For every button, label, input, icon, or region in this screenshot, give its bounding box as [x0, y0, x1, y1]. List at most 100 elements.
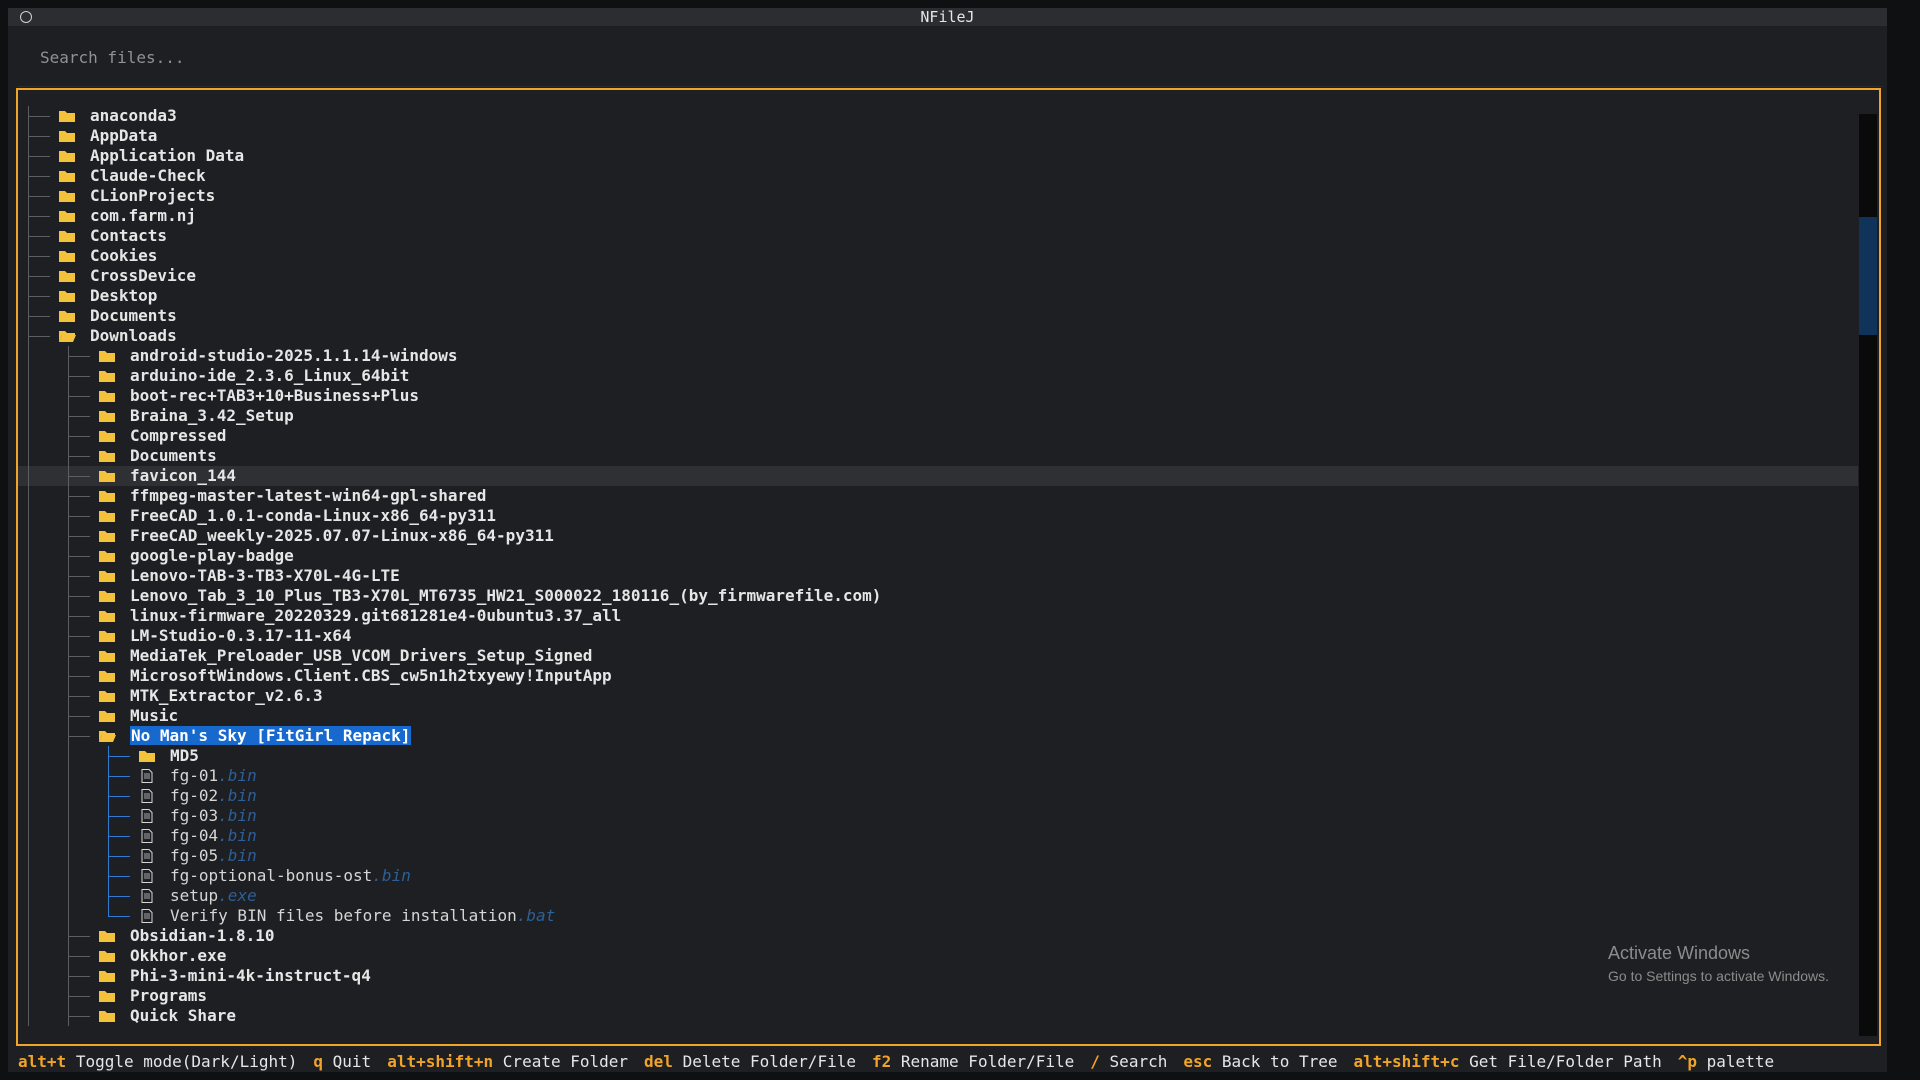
folder-name: Quick Share: [130, 1006, 236, 1026]
keybinding-action: Back to Tree: [1221, 1052, 1338, 1071]
tree-guide-line: [28, 506, 29, 526]
tree-folder-row[interactable]: favicon_144: [18, 466, 1858, 486]
tree-folder-row[interactable]: Obsidian-1.8.10: [18, 926, 1858, 946]
tree-folder-row[interactable]: MicrosoftWindows.Client.CBS_cw5n1h2txyew…: [18, 666, 1858, 686]
tree-folder-row[interactable]: Desktop: [18, 286, 1858, 306]
tree-folder-row[interactable]: linux-firmware_20220329.git681281e4-0ubu…: [18, 606, 1858, 626]
item-label: Music: [130, 706, 179, 725]
tree-file-row[interactable]: fg-02.bin: [18, 786, 1858, 806]
folder-icon: [99, 431, 115, 442]
tree-connector: [28, 146, 50, 166]
tree-file-row[interactable]: setup.exe: [18, 886, 1858, 906]
tree-file-row[interactable]: fg-05.bin: [18, 846, 1858, 866]
keybinding-key: esc: [1183, 1052, 1213, 1071]
tree-folder-row[interactable]: MTK_Extractor_v2.6.3: [18, 686, 1858, 706]
activate-windows-watermark: Activate Windows Go to Settings to activ…: [1608, 943, 1829, 984]
tree-connector: [68, 1006, 90, 1026]
tree-folder-row[interactable]: Claude-Check: [18, 166, 1858, 186]
tree-file-row[interactable]: fg-01.bin: [18, 766, 1858, 786]
keybinding-hint: alt+shift+c Get File/Folder Path: [1353, 1052, 1661, 1071]
tree-folder-row[interactable]: Braina_3.42_Setup: [18, 406, 1858, 426]
tree-file-row[interactable]: fg-04.bin: [18, 826, 1858, 846]
tree-folder-row[interactable]: google-play-badge: [18, 546, 1858, 566]
tree-file-row[interactable]: fg-optional-bonus-ost.bin: [18, 866, 1858, 886]
item-label: com.farm.nj: [90, 206, 196, 225]
tree-folder-row[interactable]: ffmpeg-master-latest-win64-gpl-shared: [18, 486, 1858, 506]
tree-folder-row[interactable]: anaconda3: [18, 106, 1858, 126]
tree-folder-row[interactable]: Music: [18, 706, 1858, 726]
tree-folder-row[interactable]: Programs: [18, 986, 1858, 1006]
tree-connector: [28, 326, 50, 346]
folder-name: ffmpeg-master-latest-win64-gpl-shared: [130, 486, 486, 506]
tree-guide-line: [68, 746, 69, 766]
tree-connector: [68, 386, 90, 406]
search-bar: [18, 26, 1883, 87]
tree-guide-line: [68, 786, 69, 806]
item-label: Braina_3.42_Setup: [130, 406, 294, 425]
tree-scrollbar[interactable]: [1859, 114, 1877, 1036]
tree-connector: [68, 426, 90, 446]
tree-file-row[interactable]: fg-03.bin: [18, 806, 1858, 826]
keybinding-key: ^p: [1677, 1052, 1698, 1071]
tree-folder-row[interactable]: AppData: [18, 126, 1858, 146]
folder-icon: [59, 251, 75, 262]
tree-folder-row[interactable]: Downloads: [18, 326, 1858, 346]
tree-folder-row[interactable]: CrossDevice: [18, 266, 1858, 286]
tree-folder-row[interactable]: Lenovo_Tab_3_10_Plus_TB3-X70L_MT6735_HW2…: [18, 586, 1858, 606]
tree-folder-row[interactable]: boot-rec+TAB3+10+Business+Plus: [18, 386, 1858, 406]
tree-folder-row[interactable]: Cookies: [18, 246, 1858, 266]
tree-folder-row[interactable]: LM-Studio-0.3.17-11-x64: [18, 626, 1858, 646]
tree-guide-line: [28, 346, 29, 366]
item-label: FreeCAD_1.0.1-conda-Linux-x86_64-py311: [130, 506, 497, 525]
tree-folder-row[interactable]: Quick Share: [18, 1006, 1858, 1026]
tree-folder-row[interactable]: CLionProjects: [18, 186, 1858, 206]
watermark-subtitle: Go to Settings to activate Windows.: [1608, 968, 1829, 984]
tree-folder-row[interactable]: arduino-ide_2.3.6_Linux_64bit: [18, 366, 1858, 386]
tree-connector: [68, 626, 90, 646]
tree-connector: [68, 486, 90, 506]
tree-folder-row[interactable]: MD5: [18, 746, 1858, 766]
tree-folder-row[interactable]: android-studio-2025.1.1.14-windows: [18, 346, 1858, 366]
tree-folder-row[interactable]: Documents: [18, 446, 1858, 466]
keybinding-action: Rename Folder/File: [900, 1052, 1075, 1071]
window-control-icon[interactable]: [20, 11, 32, 23]
tree-folder-row[interactable]: Contacts: [18, 226, 1858, 246]
tree-folder-row[interactable]: Application Data: [18, 146, 1858, 166]
tree-guide-line: [68, 866, 69, 886]
item-label: FreeCAD_weekly-2025.07.07-Linux-x86_64-p…: [130, 526, 554, 545]
folder-name: favicon_144: [130, 466, 236, 486]
tree-connector: [68, 706, 90, 726]
file-icon: [141, 809, 153, 823]
folder-icon: [139, 751, 155, 762]
tree-connector: [68, 606, 90, 626]
file-icon: [141, 829, 153, 843]
tree-guide-line: [28, 546, 29, 566]
tree-folder-row[interactable]: Phi-3-mini-4k-instruct-q4: [18, 966, 1858, 986]
file-tree-panel: anaconda3 AppData Application Data Claude-C…: [16, 88, 1881, 1046]
tree-folder-row[interactable]: MediaTek_Preloader_USB_VCOM_Drivers_Setu…: [18, 646, 1858, 666]
folder-name: FreeCAD_weekly-2025.07.07-Linux-x86_64-p…: [130, 526, 554, 546]
tree-file-row[interactable]: Verify BIN files before installation.bat: [18, 906, 1858, 926]
tree-folder-row[interactable]: com.farm.nj: [18, 206, 1858, 226]
item-label: fg-01: [170, 766, 219, 785]
search-input[interactable]: [38, 44, 1842, 70]
folder-name: LM-Studio-0.3.17-11-x64: [130, 626, 352, 646]
item-label: LM-Studio-0.3.17-11-x64: [130, 626, 352, 645]
tree-folder-row[interactable]: Documents: [18, 306, 1858, 326]
tree-folder-row[interactable]: Okkhor.exe: [18, 946, 1858, 966]
tree-guide-line: [28, 846, 29, 866]
tree-folder-row[interactable]: FreeCAD_weekly-2025.07.07-Linux-x86_64-p…: [18, 526, 1858, 546]
folder-name: Music: [130, 706, 178, 726]
tree-folder-row[interactable]: Compressed: [18, 426, 1858, 446]
item-label: Contacts: [90, 226, 168, 245]
tree-guide-line: [28, 806, 29, 826]
file-icon: [141, 849, 153, 863]
tree-folder-row[interactable]: No Man's Sky [FitGirl Repack]: [18, 726, 1858, 746]
scrollbar-thumb[interactable]: [1859, 217, 1877, 335]
tree-folder-row[interactable]: Lenovo-TAB-3-TB3-X70L-4G-LTE: [18, 566, 1858, 586]
tree-folder-row[interactable]: FreeCAD_1.0.1-conda-Linux-x86_64-py311: [18, 506, 1858, 526]
file-name: fg-04.bin: [170, 826, 257, 846]
app-window: NFileJ anaconda3AppDataApplication DataC…: [8, 8, 1887, 1072]
folder-icon: [59, 231, 75, 242]
tree-connector: [28, 186, 50, 206]
